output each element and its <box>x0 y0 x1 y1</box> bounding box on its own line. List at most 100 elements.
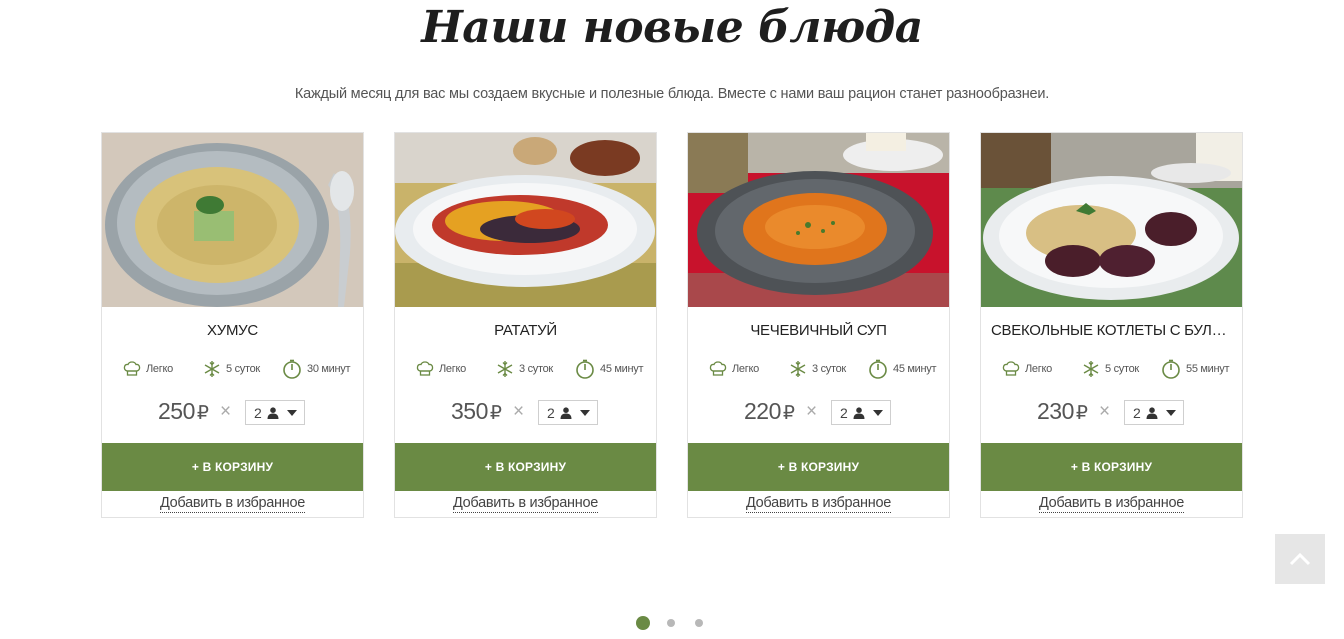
dish-price: 250 ₽ <box>158 398 209 425</box>
time-label: 30 минут <box>307 363 351 375</box>
storage-info: 3 суток <box>496 358 553 380</box>
price-value: 230 <box>1037 398 1074 424</box>
storage-info: 5 суток <box>203 358 260 380</box>
chef-hat-icon <box>123 361 141 376</box>
dish-meta: Легко 3 суток 45 минут <box>688 358 949 380</box>
difficulty-info: Легко <box>416 358 466 380</box>
portion-value: 2 <box>1133 404 1141 421</box>
dish-meta: Легко 5 суток 55 минут <box>981 358 1242 380</box>
person-icon <box>267 406 279 419</box>
portion-select[interactable]: 2 <box>538 400 598 425</box>
snowflake-icon <box>1083 361 1099 377</box>
storage-info: 3 суток <box>789 358 846 380</box>
favorite-wrapper: Добавить в избранное <box>395 494 656 513</box>
dish-photo-ratatouille[interactable] <box>395 133 656 307</box>
storage-label: 3 суток <box>812 363 846 375</box>
currency-sign: ₽ <box>1075 403 1088 424</box>
dish-meta: Легко 5 суток 30 минут <box>102 358 363 380</box>
person-icon <box>853 406 865 419</box>
add-to-favorites-link[interactable]: Добавить в избранное <box>1038 495 1184 513</box>
dish-name: РАТАТУЙ <box>494 322 557 339</box>
snowflake-icon <box>204 361 220 377</box>
price-row: 230 ₽ × 2 <box>981 398 1242 428</box>
carousel-dot[interactable] <box>695 619 703 627</box>
timer-icon <box>283 359 301 379</box>
difficulty-label: Легко <box>146 363 173 375</box>
multiply-sign: × <box>220 401 232 422</box>
storage-label: 5 суток <box>1105 363 1139 375</box>
portion-value: 2 <box>547 404 555 421</box>
caret-down-icon <box>1165 409 1176 416</box>
add-to-favorites-link[interactable]: Добавить в избранное <box>452 495 598 513</box>
add-to-cart-button[interactable]: + В КОРЗИНУ <box>981 443 1242 491</box>
chevron-up-icon <box>1289 552 1311 566</box>
snowflake-icon <box>790 361 806 377</box>
time-info: 30 минут <box>282 358 351 380</box>
dish-photo-beet-cutlets-image <box>981 133 1242 307</box>
add-to-favorites-link[interactable]: Добавить в избранное <box>159 495 305 513</box>
chef-hat-icon <box>1002 361 1020 376</box>
difficulty-info: Легко <box>123 358 173 380</box>
section-title: Наши новые блюда <box>421 2 923 53</box>
time-label: 45 минут <box>600 363 644 375</box>
caret-down-icon <box>579 409 590 416</box>
add-to-cart-button[interactable]: + В КОРЗИНУ <box>688 443 949 491</box>
difficulty-info: Легко <box>1002 358 1052 380</box>
timer-icon <box>576 359 594 379</box>
difficulty-label: Легко <box>439 363 466 375</box>
portion-value: 2 <box>840 404 848 421</box>
dish-name: ХУМУС <box>207 322 258 339</box>
price-row: 220 ₽ × 2 <box>688 398 949 428</box>
currency-sign: ₽ <box>196 403 209 424</box>
favorite-wrapper: Добавить в избранное <box>981 494 1242 513</box>
storage-label: 3 суток <box>519 363 553 375</box>
favorite-wrapper: Добавить в избранное <box>688 494 949 513</box>
dish-price: 350 ₽ <box>451 398 502 425</box>
price-value: 350 <box>451 398 488 424</box>
storage-label: 5 суток <box>226 363 260 375</box>
price-value: 250 <box>158 398 195 424</box>
portion-select[interactable]: 2 <box>831 400 891 425</box>
dish-photo-hummus[interactable] <box>102 133 363 307</box>
dish-card: СВЕКОЛЬНЫЕ КОТЛЕТЫ С БУЛГУРОМ... Легко 5… <box>980 132 1243 518</box>
chef-hat-icon <box>709 361 727 376</box>
dish-price: 230 ₽ <box>1037 398 1088 425</box>
favorite-wrapper: Добавить в избранное <box>102 494 363 513</box>
price-row: 250 ₽ × 2 <box>102 398 363 428</box>
caret-down-icon <box>872 409 883 416</box>
dish-card: ЧЕЧЕВИЧНЫЙ СУП Легко 3 суток 45 минут 22… <box>687 132 950 518</box>
price-row: 350 ₽ × 2 <box>395 398 656 428</box>
timer-icon <box>1162 359 1180 379</box>
carousel-dot[interactable] <box>636 616 650 630</box>
carousel-dot[interactable] <box>667 619 675 627</box>
dish-carousel: ХУМУС Легко 5 суток 30 минут 250 ₽ × 2 +… <box>101 132 1243 518</box>
difficulty-label: Легко <box>732 363 759 375</box>
portion-value: 2 <box>254 404 262 421</box>
multiply-sign: × <box>1099 401 1111 422</box>
dish-photo-lentil-soup-image <box>688 133 949 307</box>
scroll-to-top-button[interactable] <box>1275 534 1325 584</box>
add-to-favorites-link[interactable]: Добавить в избранное <box>745 495 891 513</box>
currency-sign: ₽ <box>489 403 502 424</box>
chef-hat-icon <box>416 361 434 376</box>
time-info: 45 минут <box>868 358 937 380</box>
portion-select[interactable]: 2 <box>245 400 305 425</box>
add-to-cart-button[interactable]: + В КОРЗИНУ <box>395 443 656 491</box>
difficulty-info: Легко <box>709 358 759 380</box>
dish-name: ЧЕЧЕВИЧНЫЙ СУП <box>750 322 887 339</box>
person-icon <box>560 406 572 419</box>
snowflake-icon <box>497 361 513 377</box>
dish-photo-lentil-soup[interactable] <box>688 133 949 307</box>
add-to-cart-button[interactable]: + В КОРЗИНУ <box>102 443 363 491</box>
dish-photo-ratatouille-image <box>395 133 656 307</box>
dish-photo-beet-cutlets[interactable] <box>981 133 1242 307</box>
multiply-sign: × <box>513 401 525 422</box>
difficulty-label: Легко <box>1025 363 1052 375</box>
person-icon <box>1146 406 1158 419</box>
portion-select[interactable]: 2 <box>1124 400 1184 425</box>
dish-photo-hummus-image <box>102 133 363 307</box>
multiply-sign: × <box>806 401 818 422</box>
caret-down-icon <box>286 409 297 416</box>
time-label: 55 минут <box>1186 363 1230 375</box>
dish-card: ХУМУС Легко 5 суток 30 минут 250 ₽ × 2 +… <box>101 132 364 518</box>
